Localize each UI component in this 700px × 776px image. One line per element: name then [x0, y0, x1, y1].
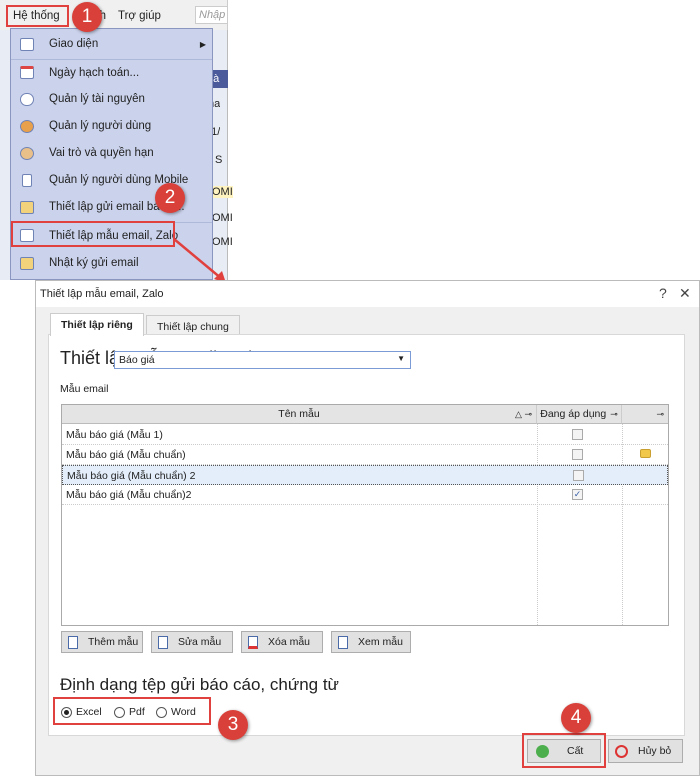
sort-pin-icon[interactable]: △ ⊸	[515, 409, 532, 420]
pin-icon[interactable]: ⊸	[656, 409, 664, 420]
add-template-button[interactable]: Thêm mẫu	[61, 631, 143, 653]
user-role-icon	[20, 146, 34, 160]
table-row[interactable]: Mẫu báo giá (Mẫu chuẩn)2 ✓	[62, 485, 668, 505]
menu-item-label: Quản lý tài nguyên	[49, 93, 145, 105]
search-input[interactable]: Nhập	[195, 6, 228, 24]
row-name: Mẫu báo giá (Mẫu chuẩn)2	[66, 489, 192, 501]
tab-thiet-lap-rieng[interactable]: Thiết lập riêng	[50, 313, 144, 336]
table-row-selected[interactable]: Mẫu báo giá (Mẫu chuẩn) 2	[62, 465, 668, 485]
applied-checkbox[interactable]	[572, 429, 583, 440]
bg-fragment: S	[215, 154, 223, 166]
row-name: Mẫu báo giá (Mẫu chuẩn)	[66, 449, 186, 461]
highlight-box	[53, 697, 211, 725]
format-heading: Định dạng tệp gửi báo cáo, chứng từ	[60, 675, 339, 694]
edit-document-icon	[158, 635, 168, 649]
highlight-box	[11, 221, 175, 247]
help-button[interactable]: ?	[659, 285, 667, 301]
button-label: Hủy bỏ	[638, 745, 672, 757]
view-template-button[interactable]: Xem mẫu	[331, 631, 411, 653]
add-document-icon	[68, 635, 78, 649]
calendar-icon	[20, 66, 34, 79]
lock-icon	[640, 449, 651, 458]
delete-template-button[interactable]: Xóa mẫu	[241, 631, 323, 653]
pin-icon[interactable]: ⊸	[610, 409, 618, 420]
email-settings-icon	[20, 200, 34, 214]
chevron-down-icon: ▼	[397, 354, 405, 363]
column-label: Tên mẫu	[278, 408, 320, 420]
edit-template-button[interactable]: Sửa mẫu	[151, 631, 233, 653]
menu-item-ngay-hach-toan[interactable]: Ngày hạch toán...	[11, 59, 212, 85]
cancel-icon	[615, 744, 628, 758]
button-label: Xem mẫu	[358, 636, 403, 648]
template-label: Mẫu email	[60, 383, 109, 395]
applied-checkbox[interactable]: ✓	[572, 489, 583, 500]
button-label: Sửa mẫu	[178, 636, 222, 648]
menu-item-nguoi-dung[interactable]: Quản lý người dùng	[11, 113, 212, 139]
button-label: Thêm mẫu	[88, 636, 139, 648]
template-grid: Tên mẫu △ ⊸ Đang áp dụng ⊸ ⊸ Mẫu báo giá (…	[61, 404, 669, 626]
template-select-value: Báo giá	[119, 354, 155, 366]
menu-item-label: Nhật ký gửi email	[49, 257, 139, 269]
row-name: Mẫu báo giá (Mẫu 1)	[66, 429, 163, 441]
tab-thiet-lap-chung[interactable]: Thiết lập chung	[146, 315, 240, 336]
applied-checkbox[interactable]	[572, 449, 583, 460]
menu-item-giao-dien[interactable]: Giao diện ▶	[11, 31, 212, 57]
annotation-badge: 3	[218, 710, 248, 740]
menu-item-label: Ngày hạch toán...	[49, 66, 140, 79]
dialog-title: Thiết lập mẫu email, Zalo	[36, 281, 699, 307]
cancel-button[interactable]: Hủy bỏ	[608, 739, 683, 763]
column-header-lock[interactable]: ⊸	[622, 405, 668, 424]
table-row[interactable]: Mẫu báo giá (Mẫu 1)	[62, 425, 668, 445]
table-row[interactable]: Mẫu báo giá (Mẫu chuẩn)	[62, 445, 668, 465]
column-header-name[interactable]: Tên mẫu △ ⊸	[62, 405, 537, 424]
mobile-icon	[22, 173, 32, 187]
annotation-badge: 2	[155, 183, 185, 213]
menu-item-label: Quản lý người dùng	[49, 120, 152, 132]
menu-item-label: Giao diện	[49, 38, 99, 50]
chevron-right-icon: ▶	[199, 39, 206, 49]
highlight-box	[522, 733, 606, 768]
annotation-badge: 1	[72, 2, 102, 32]
template-select[interactable]: Báo giá ▼	[114, 351, 411, 369]
email-log-icon	[20, 256, 34, 270]
users-icon	[20, 119, 34, 133]
annotation-badge: 4	[561, 703, 591, 733]
applied-checkbox[interactable]	[573, 470, 584, 481]
bg-fragment: OMI	[212, 186, 233, 198]
email-template-dialog: Thiết lập mẫu email, Zalo ? ✕ Thiết lập …	[35, 280, 700, 776]
menu-tro-giup[interactable]: Trợ giúp	[118, 10, 161, 22]
menu-item-label: Vai trò và quyền hạn	[49, 147, 154, 159]
row-name: Mẫu báo giá (Mẫu chuẩn) 2	[67, 470, 196, 482]
bg-fragment: OMI	[212, 212, 233, 224]
highlight-box	[6, 5, 69, 27]
close-button[interactable]: ✕	[679, 285, 691, 302]
cloud-icon	[20, 92, 34, 106]
column-header-applied[interactable]: Đang áp dụng ⊸	[537, 405, 622, 424]
delete-document-icon	[248, 635, 258, 649]
column-label: Đang áp dụng	[540, 408, 607, 420]
layout-icon	[20, 37, 34, 51]
arrow-icon	[173, 238, 226, 283]
menu-item-vai-tro[interactable]: Vai trò và quyền hạn	[11, 140, 212, 166]
menu-item-tai-nguyen[interactable]: Quản lý tài nguyên	[11, 86, 212, 112]
button-label: Xóa mẫu	[268, 636, 311, 648]
view-document-icon	[338, 635, 348, 649]
